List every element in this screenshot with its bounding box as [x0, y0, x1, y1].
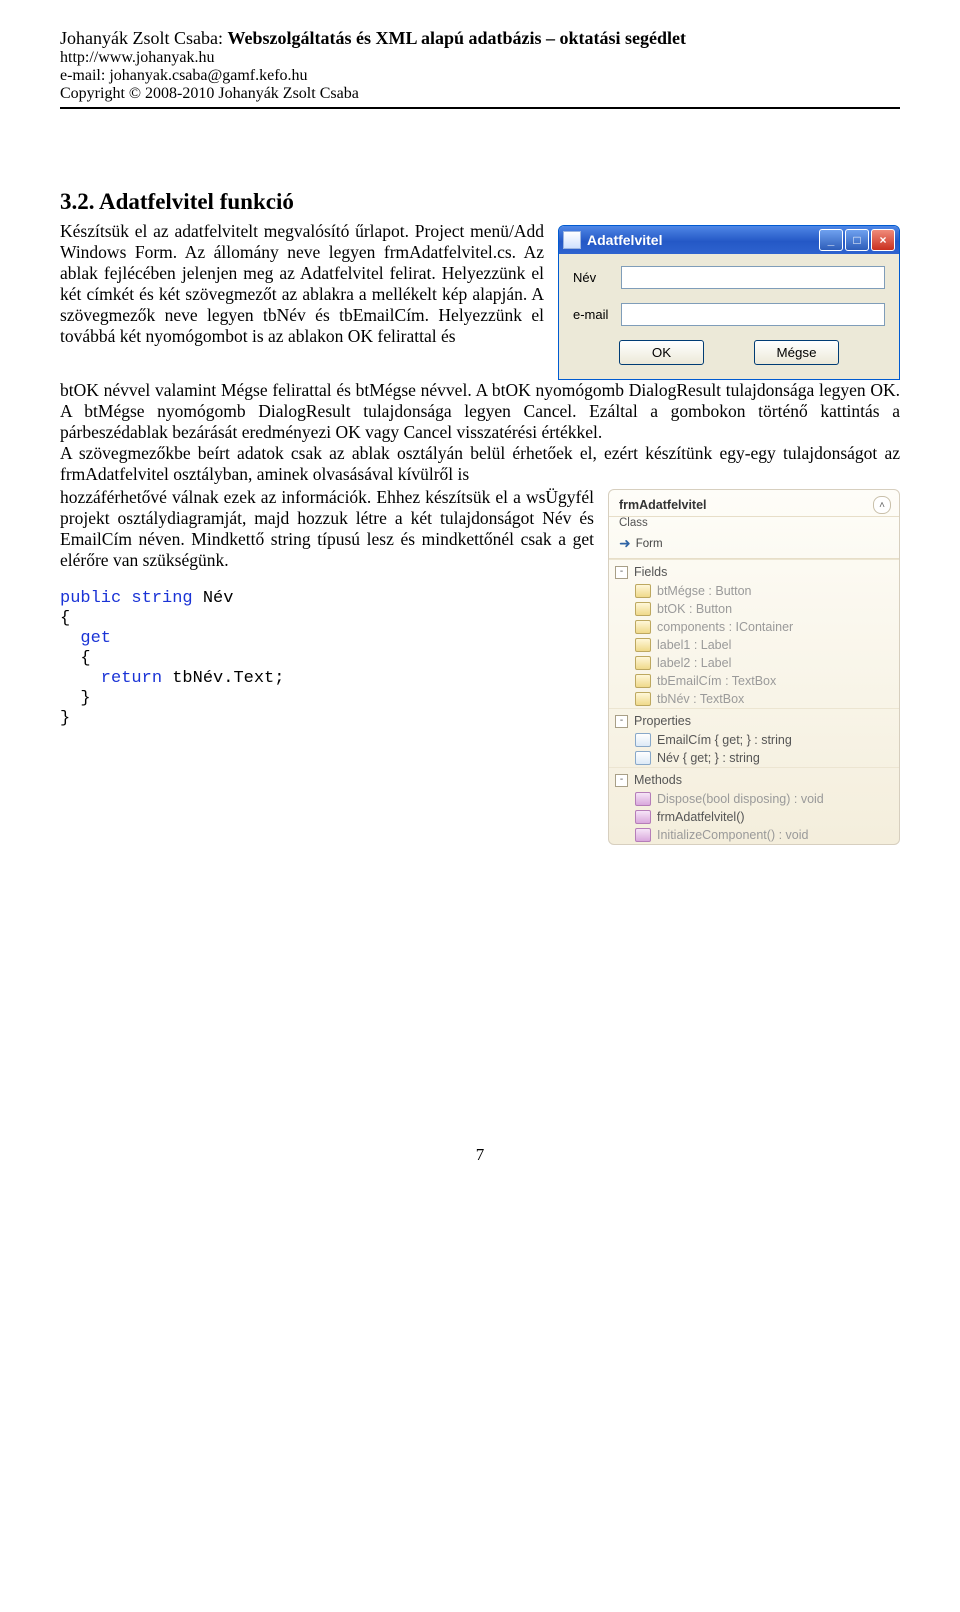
inherits-arrow-icon: ➜ [619, 535, 631, 552]
cd-section-fields[interactable]: - Fields [609, 559, 899, 582]
code-brace: } [60, 689, 91, 708]
field-item[interactable]: components : IContainer [609, 618, 899, 636]
email-input[interactable] [621, 303, 885, 326]
cancel-button[interactable]: Mégse [754, 340, 839, 365]
cd-base-class: Form [636, 538, 663, 550]
code-brace: { [60, 649, 91, 668]
method-item[interactable]: frmAdatfelvitel() [609, 808, 899, 826]
field-item[interactable]: label1 : Label [609, 636, 899, 654]
field-icon [635, 584, 651, 598]
property-icon [635, 733, 651, 747]
field-item[interactable]: btMégse : Button [609, 582, 899, 600]
code-brace: { [60, 609, 70, 628]
method-icon [635, 792, 651, 806]
class-diagram: frmAdatfelvitel ˄ Class ➜ Form - Fields … [608, 489, 900, 845]
cd-class-kind: Class [609, 517, 899, 533]
field-item[interactable]: tbNév : TextBox [609, 690, 899, 708]
close-button[interactable]: × [871, 229, 895, 251]
code-kw-get: get [60, 629, 111, 648]
window-title: Adatfelvitel [587, 232, 819, 248]
header-copyright: Copyright © 2008-2010 Johanyák Zsolt Csa… [60, 85, 900, 103]
field-icon [635, 656, 651, 670]
method-icon [635, 828, 651, 842]
app-icon [563, 231, 581, 249]
page-number: 7 [60, 1145, 900, 1165]
code-brace: } [60, 709, 70, 728]
cd-section-fields-label: Fields [634, 565, 667, 579]
cd-section-methods-label: Methods [634, 773, 682, 787]
header-email: e-mail: johanyak.csaba@gamf.kefo.hu [60, 67, 900, 85]
property-item[interactable]: EmailCím { get; } : string [609, 731, 899, 749]
header-title-line: Johanyák Zsolt Csaba: Webszolgáltatás és… [60, 28, 900, 49]
form-window: Adatfelvitel _ □ × Név e-mail OK [558, 225, 900, 380]
label-name: Név [573, 270, 621, 285]
field-icon [635, 638, 651, 652]
field-icon [635, 620, 651, 634]
field-item[interactable]: label2 : Label [609, 654, 899, 672]
cd-header[interactable]: frmAdatfelvitel ˄ [609, 490, 899, 517]
cd-section-props-label: Properties [634, 714, 691, 728]
method-item[interactable]: Dispose(bool disposing) : void [609, 790, 899, 808]
field-item[interactable]: tbEmailCím : TextBox [609, 672, 899, 690]
section-title: 3.2. Adatfelvitel funkció [60, 189, 900, 215]
field-item[interactable]: btOK : Button [609, 600, 899, 618]
label-email: e-mail [573, 307, 621, 322]
method-item[interactable]: InitializeComponent() : void [609, 826, 899, 844]
header-author: Johanyák Zsolt Csaba: [60, 28, 227, 48]
cd-section-methods[interactable]: - Methods [609, 767, 899, 790]
cd-inherits: ➜ Form [609, 533, 899, 559]
window-body: Név e-mail OK Mégse [559, 254, 899, 379]
paragraph-1a: Készítsük el az adatfelvitelt megvalósít… [60, 221, 544, 347]
property-item[interactable]: Név { get; } : string [609, 749, 899, 767]
code-ident: Név [193, 589, 234, 608]
field-icon [635, 674, 651, 688]
toggle-icon[interactable]: - [615, 774, 628, 787]
name-input[interactable] [621, 266, 885, 289]
property-icon [635, 751, 651, 765]
window-titlebar[interactable]: Adatfelvitel _ □ × [559, 226, 899, 254]
cd-class-name: frmAdatfelvitel [619, 498, 873, 512]
toggle-icon[interactable]: - [615, 566, 628, 579]
code-kw-string: string [121, 589, 192, 608]
paragraph-1b: btOK névvel valamint Mégse felirattal és… [60, 380, 900, 443]
ok-button[interactable]: OK [619, 340, 704, 365]
page-header: Johanyák Zsolt Csaba: Webszolgáltatás és… [60, 28, 900, 109]
field-icon [635, 602, 651, 616]
code-kw-return: return [60, 669, 162, 688]
maximize-button[interactable]: □ [845, 229, 869, 251]
header-url: http://www.johanyak.hu [60, 49, 900, 67]
paragraph-2a: A szövegmezőkbe beírt adatok csak az abl… [60, 443, 900, 485]
code-kw-public: public [60, 589, 121, 608]
header-title-bold: Webszolgáltatás és XML alapú adatbázis –… [227, 28, 686, 48]
cd-section-properties[interactable]: - Properties [609, 708, 899, 731]
collapse-icon[interactable]: ˄ [873, 496, 891, 514]
toggle-icon[interactable]: - [615, 715, 628, 728]
paragraph-2b: hozzáférhetővé válnak ezek az információ… [60, 487, 594, 571]
field-icon [635, 692, 651, 706]
code-block: public string Név { get { return tbNév.T… [60, 589, 594, 729]
minimize-button[interactable]: _ [819, 229, 843, 251]
code-expr: tbNév.Text; [162, 669, 284, 688]
method-icon [635, 810, 651, 824]
